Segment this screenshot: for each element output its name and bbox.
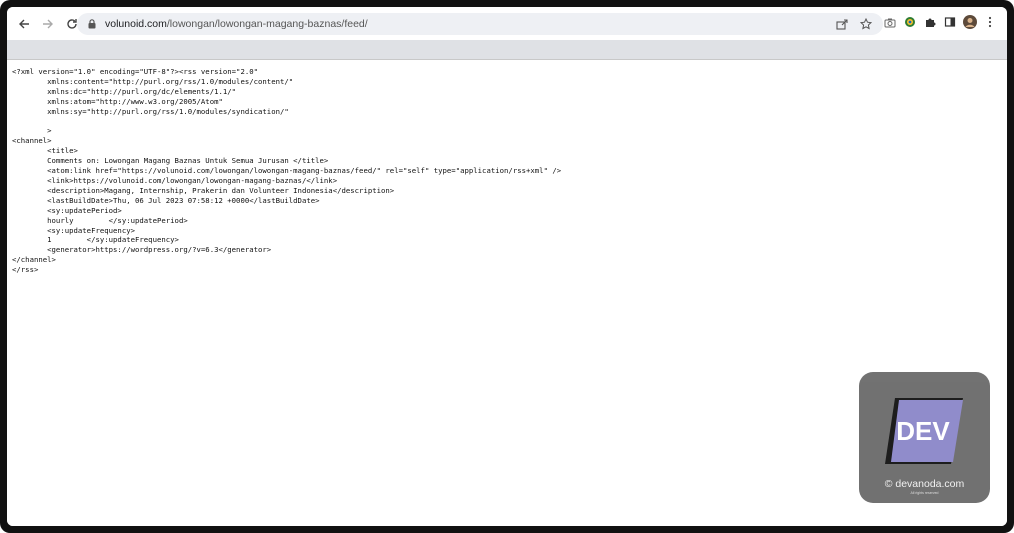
xml-line: xmlns:dc="http://purl.org/dc/elements/1.…: [47, 86, 237, 96]
lock-icon[interactable]: [87, 19, 97, 29]
xml-line: <sy:updateFrequency>: [47, 225, 136, 235]
url-text[interactable]: volunoid.com/lowongan/lowongan-magang-ba…: [105, 18, 368, 30]
camera-icon[interactable]: [883, 15, 897, 29]
xml-line: <link>https://volunoid.com/lowongan/lowo…: [47, 175, 338, 185]
xml-line: <description>Magang, Internship, Prakeri…: [47, 185, 395, 195]
xml-line: xmlns:content="http://purl.org/rss/1.0/m…: [47, 76, 294, 86]
dev-logo: DEV: [885, 398, 963, 464]
address-bar[interactable]: volunoid.com/lowongan/lowongan-magang-ba…: [77, 13, 883, 35]
browser-window: volunoid.com/lowongan/lowongan-magang-ba…: [7, 7, 1007, 526]
xml-line: hourly </sy:updatePeriod>: [47, 215, 188, 225]
url-path: /lowongan/lowongan-magang-baznas/feed/: [166, 18, 368, 30]
watermark: DEV © devanoda.com All rights reserved: [859, 372, 990, 503]
xml-line: <lastBuildDate>Thu, 06 Jul 2023 07:58:12…: [47, 195, 320, 205]
xml-line: <atom:link href="https://volunoid.com/lo…: [47, 166, 562, 176]
share-icon[interactable]: [835, 17, 849, 31]
watermark-subtext: All rights reserved: [910, 491, 939, 495]
screen-frame: volunoid.com/lowongan/lowongan-magang-ba…: [0, 0, 1014, 533]
browser-toolbar: volunoid.com/lowongan/lowongan-magang-ba…: [7, 7, 1007, 40]
xml-line: </rss>: [12, 265, 39, 275]
xml-line: xmlns:sy="http://purl.org/rss/1.0/module…: [47, 106, 289, 116]
page-content: <?xml version="1.0" encoding="UTF-8"?><r…: [7, 60, 1007, 526]
xml-line: >: [47, 126, 52, 136]
kebab-menu-icon[interactable]: [983, 15, 997, 29]
colorful-extension-icon[interactable]: [903, 15, 917, 29]
bookmarks-bar: [7, 40, 1007, 60]
xml-line: <sy:updatePeriod>: [47, 205, 122, 215]
xml-line: xmlns:atom="http://www.w3.org/2005/Atom": [47, 96, 223, 106]
xml-line: 1 </sy:updateFrequency>: [47, 235, 179, 245]
arrow-left-icon[interactable]: [15, 15, 33, 33]
xml-line: <title>: [47, 146, 78, 156]
arrow-right-icon[interactable]: [39, 15, 57, 33]
star-icon[interactable]: [859, 17, 873, 31]
xml-line: <?xml version="1.0" encoding="UTF-8"?><r…: [12, 67, 259, 76]
xml-line: <generator>https://wordpress.org/?v=6.3<…: [47, 245, 272, 255]
xml-source: <?xml version="1.0" encoding="UTF-8"?><r…: [12, 67, 561, 275]
xml-line: Comments on: Lowongan Magang Baznas Untu…: [47, 156, 329, 166]
xml-line: [12, 117, 47, 126]
url-host: volunoid.com: [105, 18, 167, 30]
dev-logo-text: DEV: [896, 416, 950, 446]
watermark-text: © devanoda.com: [884, 478, 965, 490]
xml-line: </channel>: [12, 255, 56, 265]
side-panel-icon[interactable]: [943, 15, 957, 29]
xml-line: <channel>: [12, 136, 52, 146]
avatar[interactable]: [963, 15, 977, 29]
puzzle-icon[interactable]: [923, 15, 937, 29]
